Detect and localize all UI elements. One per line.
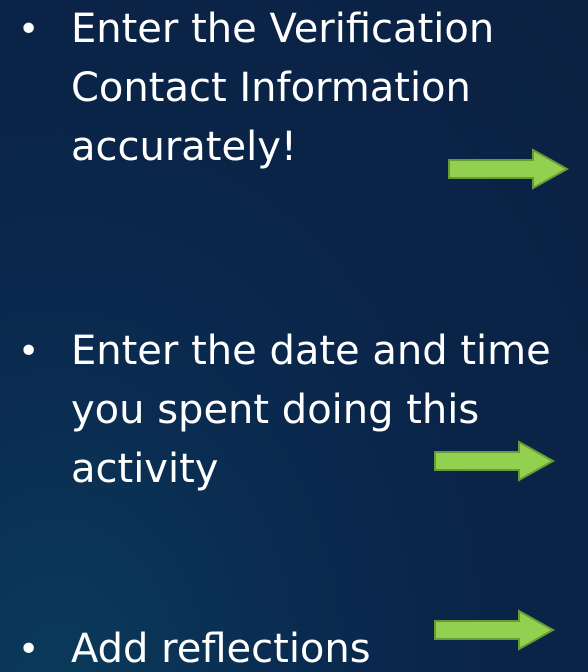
bullet-marker: • (18, 331, 40, 372)
right-arrow-icon (434, 440, 556, 482)
slide: • Enter the Verification Contact Informa… (0, 0, 588, 672)
right-arrow-icon (448, 148, 570, 190)
right-arrow-icon (434, 609, 556, 651)
bullet-text: Enter the Verification Contact Informati… (71, 6, 495, 170)
bullet-marker: • (18, 9, 40, 50)
bullet-text: Add reflections (71, 626, 371, 672)
bullet-marker: • (18, 629, 40, 670)
